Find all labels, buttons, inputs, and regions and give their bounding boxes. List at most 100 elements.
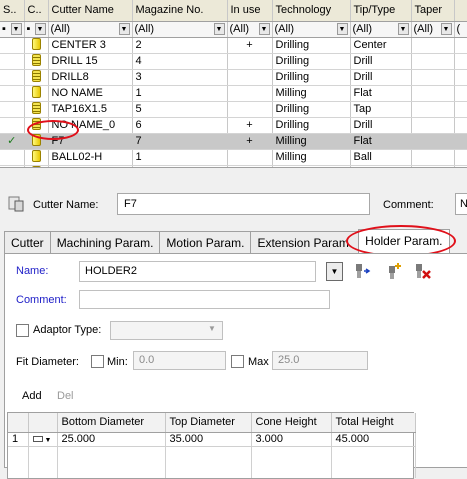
table-row[interactable]: 1 ▼ 25.000 35.000 3.000 45.000 bbox=[8, 432, 416, 447]
column-header-extra[interactable] bbox=[454, 0, 467, 22]
in-use-cell[interactable]: + bbox=[227, 117, 273, 134]
cutter-row[interactable]: NO NAME_0 6 + Drilling Drill bbox=[0, 117, 467, 134]
chevron-down-icon[interactable]: ▼ bbox=[258, 23, 270, 35]
technology-cell[interactable]: Drilling bbox=[272, 69, 351, 86]
cutter-row[interactable]: DRILL 15 4 Drilling Drill bbox=[0, 53, 467, 70]
extra-cell[interactable] bbox=[454, 165, 467, 167]
taper-cell[interactable] bbox=[411, 53, 455, 70]
holder-name-field[interactable]: HOLDER2 bbox=[79, 261, 316, 282]
taper-cell[interactable] bbox=[411, 117, 455, 134]
filter-tip-type[interactable]: (All) ▼ bbox=[350, 21, 412, 38]
technology-cell[interactable]: Drilling bbox=[272, 101, 351, 118]
technology-cell[interactable]: Drilling bbox=[272, 117, 351, 134]
chevron-down-icon[interactable]: ▼ bbox=[213, 23, 225, 35]
extra-cell[interactable] bbox=[454, 85, 467, 102]
cutter-name-cell[interactable]: F7 bbox=[48, 133, 133, 150]
column-header-magazine-no[interactable]: Magazine No. bbox=[132, 0, 228, 22]
technology-cell[interactable]: Milling bbox=[272, 149, 351, 166]
taper-cell[interactable] bbox=[411, 85, 455, 102]
min-checkbox[interactable] bbox=[91, 355, 104, 368]
cutter-row[interactable]: TAP16X1.5 5 Drilling Tap bbox=[0, 101, 467, 118]
magazine-no-cell[interactable]: 1 bbox=[132, 85, 228, 102]
magazine-no-cell[interactable]: 6 bbox=[132, 117, 228, 134]
cutter-name-field[interactable]: F7 bbox=[117, 193, 370, 215]
extra-cell[interactable] bbox=[454, 37, 467, 54]
in-use-cell[interactable] bbox=[227, 165, 273, 167]
adaptor-type-checkbox[interactable] bbox=[16, 324, 29, 337]
chevron-down-icon[interactable]: ▼ bbox=[336, 23, 348, 35]
magazine-no-cell[interactable]: 7 bbox=[132, 133, 228, 150]
filter-c[interactable]: ▪ ▼ bbox=[24, 21, 49, 38]
cutter-name-cell[interactable]: NO NAME_0 bbox=[48, 117, 133, 134]
tab-cutter[interactable]: Cutter bbox=[4, 231, 51, 253]
chevron-down-icon[interactable]: ▼ bbox=[118, 23, 130, 35]
adaptor-type-select[interactable] bbox=[110, 321, 223, 340]
filter-taper[interactable]: (All) ▼ bbox=[411, 21, 455, 38]
cutter-name-cell[interactable]: NO NAME bbox=[48, 85, 133, 102]
column-header-c[interactable]: C.. bbox=[24, 0, 49, 22]
tip-type-cell[interactable]: Tap bbox=[350, 101, 412, 118]
tip-type-cell[interactable]: Ball bbox=[350, 165, 412, 167]
chevron-down-icon[interactable]: ▼ bbox=[397, 23, 409, 35]
cutter-row[interactable]: BALL03-H2 MillingBall bbox=[0, 165, 467, 167]
column-header-taper[interactable]: Taper bbox=[411, 0, 455, 22]
taper-cell[interactable] bbox=[411, 101, 455, 118]
holder-new-icon[interactable] bbox=[385, 262, 403, 280]
shape-selector[interactable]: ▼ bbox=[28, 432, 58, 447]
column-header-status[interactable]: S.. bbox=[0, 0, 25, 22]
column-header-in-use[interactable]: In use bbox=[227, 0, 273, 22]
holder-comment-field[interactable] bbox=[79, 290, 330, 309]
taper-cell[interactable] bbox=[411, 149, 455, 166]
tab-motion-param[interactable]: Motion Param. bbox=[159, 231, 252, 253]
max-checkbox[interactable] bbox=[231, 355, 244, 368]
max-input[interactable]: 25.0 bbox=[272, 351, 368, 370]
add-button[interactable]: Add bbox=[22, 390, 42, 402]
cutter-row[interactable]: CENTER 3 2 + Drilling Center bbox=[0, 37, 467, 54]
extra-cell[interactable] bbox=[454, 53, 467, 70]
filter-extra[interactable]: ( bbox=[454, 21, 467, 38]
technology-cell[interactable]: Milling bbox=[272, 85, 351, 102]
in-use-cell[interactable] bbox=[227, 101, 273, 118]
tab-extension-param[interactable]: Extension Param. bbox=[250, 231, 360, 253]
extra-cell[interactable] bbox=[454, 101, 467, 118]
cutter-name-cell[interactable]: CENTER 3 bbox=[48, 37, 133, 54]
chevron-down-icon[interactable]: ▼ bbox=[440, 23, 452, 35]
tip-type-cell[interactable]: Flat bbox=[350, 133, 412, 150]
filter-status[interactable]: ▪ ▼ bbox=[0, 21, 25, 38]
magazine-no-cell[interactable]: 3 bbox=[132, 69, 228, 86]
tip-type-cell[interactable]: Ball bbox=[350, 149, 412, 166]
filter-in-use[interactable]: (All) ▼ bbox=[227, 21, 273, 38]
total-height-cell[interactable]: 45.000 bbox=[331, 432, 416, 447]
tip-type-cell[interactable]: Flat bbox=[350, 85, 412, 102]
holder-dropdown-button[interactable]: ▼ bbox=[326, 262, 343, 281]
magazine-no-cell[interactable]: 1 bbox=[132, 149, 228, 166]
technology-cell[interactable]: Drilling bbox=[272, 37, 351, 54]
in-use-cell[interactable] bbox=[227, 85, 273, 102]
magazine-no-cell[interactable]: 2 bbox=[132, 165, 228, 167]
tab-holder-param[interactable]: Holder Param. bbox=[358, 229, 450, 253]
extra-cell[interactable] bbox=[454, 133, 467, 150]
column-header-cutter-name[interactable]: Cutter Name bbox=[48, 0, 133, 22]
min-input[interactable]: 0.0 bbox=[133, 351, 226, 370]
cutter-row[interactable]: NO NAME 1 Milling Flat bbox=[0, 85, 467, 102]
top-diameter-cell[interactable]: 35.000 bbox=[165, 432, 252, 447]
cutter-name-cell[interactable]: DRILL 15 bbox=[48, 53, 133, 70]
technology-cell[interactable]: Drilling bbox=[272, 53, 351, 70]
filter-magazine-no[interactable]: (All) ▼ bbox=[132, 21, 228, 38]
extra-cell[interactable] bbox=[454, 149, 467, 166]
technology-cell[interactable]: Milling bbox=[272, 165, 351, 167]
cutter-row[interactable]: BALL02-H 1 Milling Ball bbox=[0, 149, 467, 166]
in-use-cell[interactable] bbox=[227, 69, 273, 86]
comment-field[interactable]: N bbox=[455, 193, 467, 215]
taper-cell[interactable] bbox=[411, 37, 455, 54]
in-use-cell[interactable]: + bbox=[227, 133, 273, 150]
extra-cell[interactable] bbox=[454, 117, 467, 134]
filter-technology[interactable]: (All) ▼ bbox=[272, 21, 351, 38]
taper-cell[interactable] bbox=[411, 165, 455, 167]
magazine-no-cell[interactable]: 2 bbox=[132, 37, 228, 54]
taper-cell[interactable] bbox=[411, 133, 455, 150]
cutter-name-cell[interactable]: TAP16X1.5 bbox=[48, 101, 133, 118]
technology-cell[interactable]: Milling bbox=[272, 133, 351, 150]
cutter-name-cell[interactable]: DRILL8 bbox=[48, 69, 133, 86]
cutter-row[interactable]: DRILL8 3 Drilling Drill bbox=[0, 69, 467, 86]
